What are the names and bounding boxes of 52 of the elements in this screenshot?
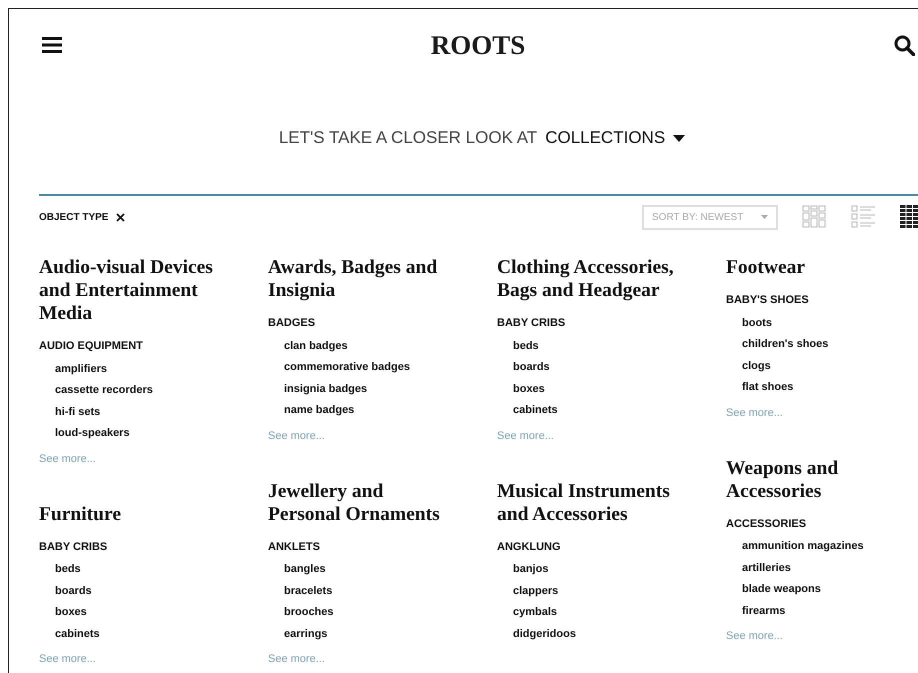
subcategory-heading: BABY CRIBS [39, 540, 108, 554]
category-link[interactable]: loud-speakers [55, 427, 130, 439]
category-link[interactable]: boxes [55, 606, 87, 618]
category-link[interactable]: boards [55, 584, 92, 596]
category-link[interactable]: blade weapons [742, 583, 821, 595]
collection-dropdown[interactable]: COLLECTIONS [545, 127, 686, 149]
logo[interactable]: ROOTS [430, 24, 526, 66]
category-link[interactable]: cabinets [55, 628, 100, 640]
category-link[interactable]: clogs [742, 360, 771, 372]
collection-title[interactable]: Weapons and Accessories [726, 456, 906, 502]
subcategory-heading: ANKLETS [268, 540, 321, 554]
filter-label: OBJECT TYPE [39, 210, 108, 224]
category-link[interactable]: commemorative badges [284, 361, 410, 373]
category-link[interactable]: boots [742, 316, 772, 328]
category-link[interactable]: boards [513, 361, 550, 373]
subcategory-heading: AUDIO EQUIPMENT [39, 339, 144, 354]
collection-title[interactable]: Clothing Accessories, Bags and Headgear [497, 256, 677, 302]
collection-title[interactable]: Footwear [726, 256, 906, 279]
category-link[interactable]: boxes [513, 382, 545, 394]
category-link[interactable]: didgeridoos [513, 628, 576, 640]
category-link[interactable]: banjos [513, 563, 548, 575]
subcategory-heading: BADGES [268, 316, 316, 331]
category-link[interactable]: name badges [284, 404, 354, 416]
subcategory-heading: BABY CRIBS [497, 316, 566, 331]
category-link[interactable]: beds [55, 563, 81, 575]
category-link[interactable]: cymbals [513, 606, 558, 618]
category-link[interactable]: firearms [742, 604, 786, 616]
category-link[interactable]: children's shoes [742, 338, 828, 350]
subcategory-heading: ANGKLUNG [497, 540, 562, 554]
category-link[interactable]: cabinets [513, 404, 558, 416]
collection-title[interactable]: Awards, Badges and Insignia [268, 256, 448, 302]
category-link[interactable]: hi-fi sets [55, 406, 100, 418]
category-link[interactable]: earrings [284, 628, 328, 640]
collection-title[interactable]: Audio-visual Devices and Entertainment Media [39, 256, 219, 325]
category-link[interactable]: flat shoes [742, 381, 794, 393]
category-link[interactable]: clappers [513, 584, 558, 596]
category-link[interactable]: bracelets [284, 584, 332, 596]
heading-text: LET'S TAKE A CLOSER LOOK AT [278, 127, 538, 150]
collection-title[interactable]: Musical Instruments and Accessories [497, 480, 677, 526]
category-link[interactable]: beds [513, 340, 539, 352]
category-link[interactable]: cassette recorders [55, 384, 153, 396]
collection-title[interactable]: Furniture [39, 502, 219, 526]
category-link[interactable]: ammunition magazines [742, 540, 864, 552]
category-link[interactable]: brooches [284, 606, 334, 618]
category-link[interactable]: bangles [284, 563, 326, 575]
collection-title[interactable]: Jewellery and Personal Ornaments [268, 480, 448, 526]
subcategory-heading: ACCESSORIES [726, 516, 808, 532]
category-link[interactable]: clan badges [284, 340, 348, 352]
category-link[interactable]: amplifiers [55, 362, 107, 374]
category-link[interactable]: insignia badges [284, 382, 368, 394]
category-link[interactable]: artilleries [742, 562, 791, 574]
subcategory-heading: BABY'S SHOES [726, 293, 810, 308]
